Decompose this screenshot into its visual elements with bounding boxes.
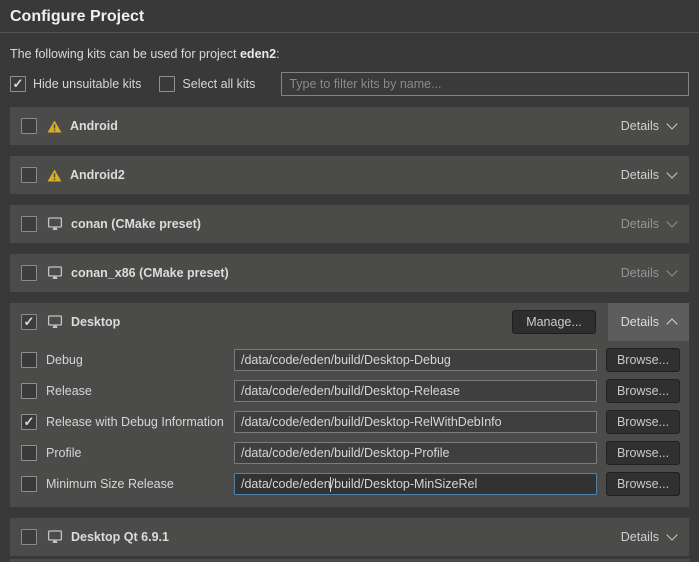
desktop-icon	[47, 217, 63, 231]
details-label: Details	[621, 315, 659, 329]
kit-row-conan: conan (CMake preset) Details	[10, 205, 689, 243]
details-toggle-desktop-qt[interactable]: Details	[608, 518, 689, 556]
build-dir-input-debug[interactable]	[234, 349, 597, 371]
kit-row-desktop: Desktop Manage... Details	[10, 303, 689, 341]
details-toggle-conan[interactable]: Details	[608, 205, 689, 243]
chevron-up-icon	[666, 318, 677, 329]
build-config-list: Debug Browse... Release Browse...	[10, 341, 689, 507]
details-label: Details	[621, 530, 659, 544]
select-all-checkbox[interactable]	[159, 76, 175, 92]
kit-name: Android	[70, 119, 118, 133]
chevron-down-icon	[666, 216, 677, 227]
config-checkbox-release[interactable]	[21, 383, 37, 399]
project-name: eden2	[240, 47, 276, 61]
kit-checkbox-desktop[interactable]	[21, 314, 37, 330]
details-label: Details	[621, 168, 659, 182]
kit-name: Android2	[70, 168, 125, 182]
kit-row-conan-x86: conan_x86 (CMake preset) Details	[10, 254, 689, 292]
hide-unsuitable-checkbox[interactable]	[10, 76, 26, 92]
hide-unsuitable-label: Hide unsuitable kits	[33, 77, 141, 91]
build-config-row-profile: Profile Browse...	[10, 437, 689, 468]
desktop-icon	[47, 315, 63, 329]
kit-name: Desktop Qt 6.9.1	[71, 530, 169, 544]
kit-section-desktop: Desktop Manage... Details Debug	[10, 303, 689, 507]
details-label: Details	[621, 119, 659, 133]
kit-checkbox-conan-x86[interactable]	[21, 265, 37, 281]
details-label: Details	[621, 217, 659, 231]
desktop-icon	[47, 266, 63, 280]
kit-filter-input[interactable]	[281, 72, 689, 96]
config-label: Profile	[46, 446, 81, 460]
details-toggle-android[interactable]: Details	[608, 107, 689, 145]
config-label: Release	[46, 384, 92, 398]
text-cursor	[330, 477, 331, 492]
kits-description: The following kits can be used for proje…	[10, 47, 689, 61]
config-label: Debug	[46, 353, 83, 367]
kit-row-desktop-qt: Desktop Qt 6.9.1 Details	[10, 518, 689, 556]
chevron-down-icon	[666, 167, 677, 178]
browse-button-profile[interactable]: Browse...	[606, 441, 680, 465]
config-label: Minimum Size Release	[46, 477, 174, 491]
kit-checkbox-android2[interactable]	[21, 167, 37, 183]
config-checkbox-relwithdebinfo[interactable]	[21, 414, 37, 430]
warning-icon	[47, 120, 62, 133]
path-field-wrap	[234, 473, 597, 495]
chevron-down-icon	[666, 529, 677, 540]
chevron-down-icon	[666, 265, 677, 276]
filter-row: Hide unsuitable kits Select all kits	[10, 72, 689, 96]
details-toggle-desktop[interactable]: Details	[608, 303, 689, 341]
details-label: Details	[621, 266, 659, 280]
browse-button-minsizerel[interactable]: Browse...	[606, 472, 680, 496]
build-config-row-release: Release Browse...	[10, 375, 689, 406]
config-checkbox-minsizerel[interactable]	[21, 476, 37, 492]
details-toggle-android2[interactable]: Details	[608, 156, 689, 194]
kit-name: conan_x86 (CMake preset)	[71, 266, 229, 280]
browse-button-release[interactable]: Browse...	[606, 379, 680, 403]
path-field-wrap	[234, 442, 597, 464]
chevron-down-icon	[666, 118, 677, 129]
build-dir-input-release[interactable]	[234, 380, 597, 402]
manage-kits-button[interactable]: Manage...	[512, 310, 596, 334]
build-dir-input-profile[interactable]	[234, 442, 597, 464]
path-field-wrap	[234, 380, 597, 402]
config-checkbox-profile[interactable]	[21, 445, 37, 461]
description-text: The following kits can be used for proje…	[10, 47, 240, 61]
warning-icon	[47, 169, 62, 182]
kit-row-android2: Android2 Details	[10, 156, 689, 194]
build-dir-input-relwithdebinfo[interactable]	[234, 411, 597, 433]
kit-checkbox-desktop-qt[interactable]	[21, 529, 37, 545]
browse-button-debug[interactable]: Browse...	[606, 348, 680, 372]
hide-unsuitable-kits-option[interactable]: Hide unsuitable kits	[10, 76, 141, 92]
build-config-row-minsizerel: Minimum Size Release Browse...	[10, 468, 689, 499]
details-toggle-conan-x86[interactable]: Details	[608, 254, 689, 292]
build-dir-input-minsizerel[interactable]	[234, 473, 597, 495]
kit-checkbox-android[interactable]	[21, 118, 37, 134]
page-title: Configure Project	[0, 0, 699, 33]
kit-checkbox-conan[interactable]	[21, 216, 37, 232]
select-all-kits-option[interactable]: Select all kits	[159, 76, 255, 92]
configure-project-pane: Configure Project The following kits can…	[0, 0, 699, 562]
path-field-wrap	[234, 411, 597, 433]
build-config-row-relwithdebinfo: Release with Debug Information Browse...	[10, 406, 689, 437]
path-field-wrap	[234, 349, 597, 371]
kit-row-android: Android Details	[10, 107, 689, 145]
description-colon: :	[276, 47, 279, 61]
config-checkbox-debug[interactable]	[21, 352, 37, 368]
kit-list: Android Details Android2 Details	[10, 107, 689, 556]
desktop-icon	[47, 530, 63, 544]
browse-button-relwithdebinfo[interactable]: Browse...	[606, 410, 680, 434]
build-config-row-debug: Debug Browse...	[10, 344, 689, 375]
kit-name: conan (CMake preset)	[71, 217, 201, 231]
config-label: Release with Debug Information	[46, 415, 224, 429]
select-all-label: Select all kits	[182, 77, 255, 91]
kit-name: Desktop	[71, 315, 120, 329]
